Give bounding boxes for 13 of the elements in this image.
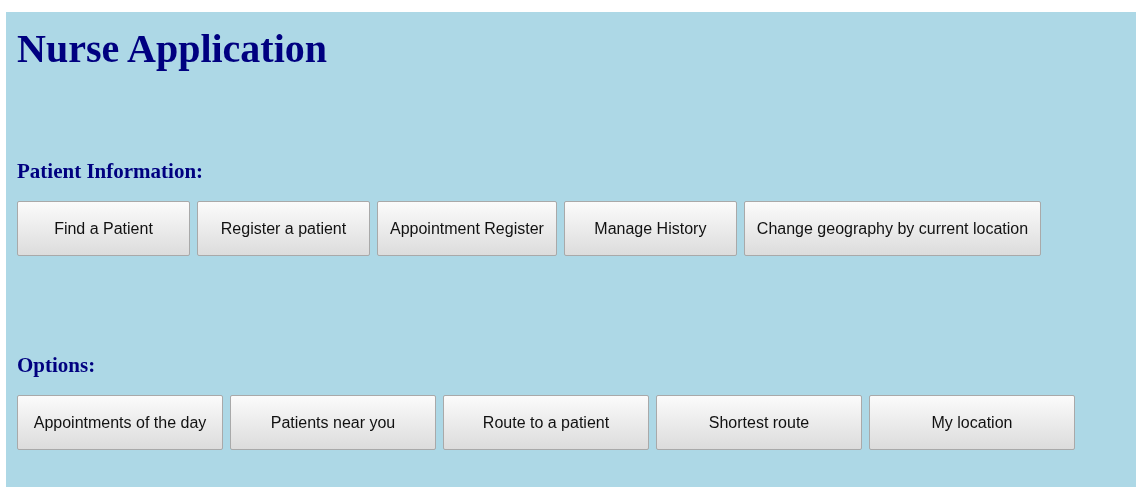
action-button[interactable]: Find a Patient <box>17 201 190 256</box>
action-button[interactable]: My location <box>869 395 1075 450</box>
action-button[interactable]: Appointment Register <box>377 201 557 256</box>
action-button[interactable]: Register a patient <box>197 201 370 256</box>
action-button[interactable]: Appointments of the day <box>17 395 223 450</box>
action-button[interactable]: Change geography by current location <box>743 201 1042 256</box>
action-button[interactable]: Route to a patient <box>443 395 649 450</box>
section-heading: Options: <box>17 352 96 378</box>
action-button[interactable]: Patients near you <box>230 395 436 450</box>
action-button[interactable]: Manage History <box>563 201 737 256</box>
app-title: Nurse Application <box>17 26 328 72</box>
section-heading: Patient Information: <box>17 158 204 184</box>
action-button[interactable]: Shortest route <box>656 395 862 450</box>
